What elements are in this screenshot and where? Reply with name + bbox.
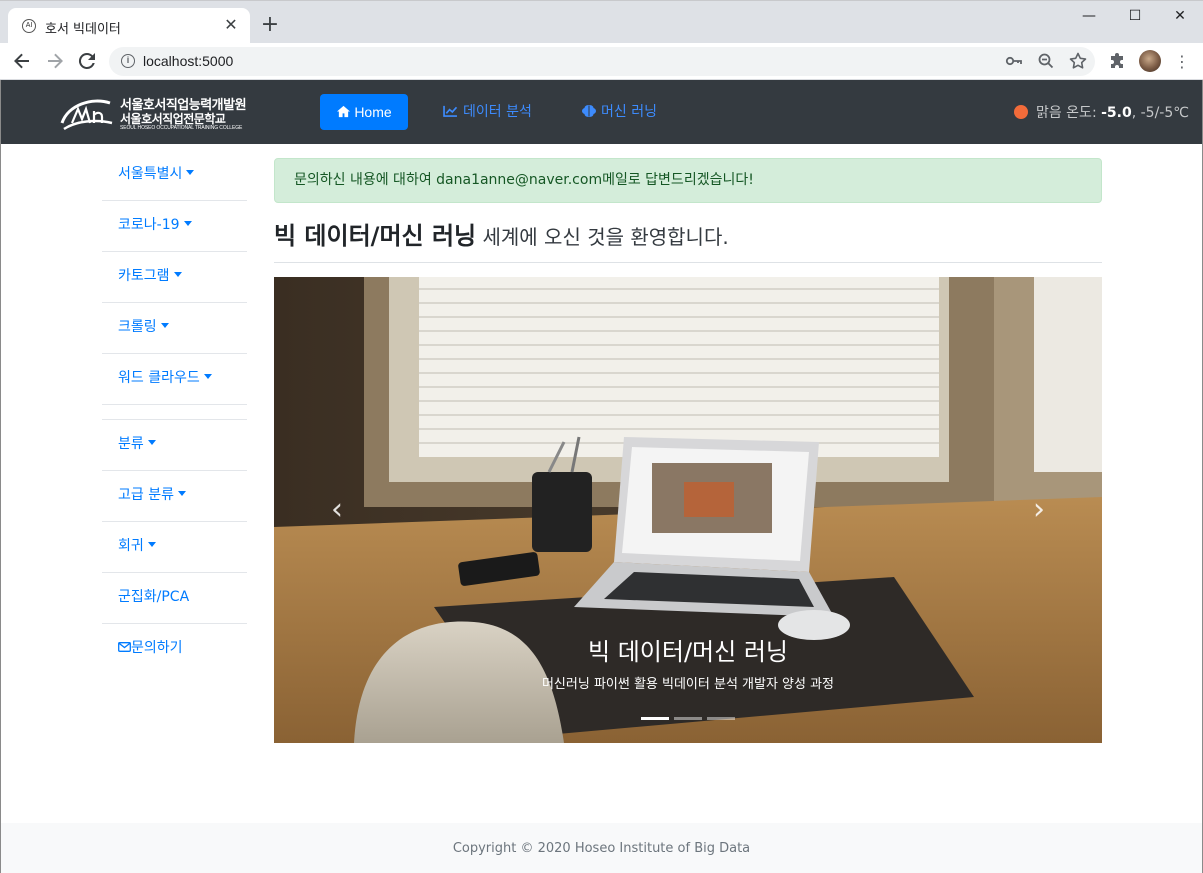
sidebar-divider bbox=[102, 405, 247, 420]
profile-avatar[interactable] bbox=[1139, 50, 1161, 72]
line-chart-icon bbox=[443, 105, 458, 117]
sidebar-item-seoul[interactable]: 서울특별시 bbox=[102, 150, 247, 201]
new-tab-icon[interactable]: + bbox=[258, 13, 282, 37]
top-navbar: 서울호서직업능력개발원 서울호서직업전문학교 SEOUL HOSEO OCCUP… bbox=[0, 80, 1203, 144]
maximize-icon[interactable]: ☐ bbox=[1112, 1, 1158, 31]
sidebar-item-word-cloud[interactable]: 워드 클라우드 bbox=[102, 354, 247, 405]
sidebar-item-label: 문의하기 bbox=[131, 640, 183, 656]
sidebar-item-corona[interactable]: 코로나-19 bbox=[102, 201, 247, 252]
home-label: Home bbox=[354, 104, 392, 120]
sidebar: 서울특별시 코로나-19 카토그램 크롤링 워드 클라우드 분류 고급 분류 회… bbox=[102, 150, 247, 675]
reload-icon[interactable] bbox=[75, 49, 99, 73]
sidebar-item-label: 워드 클라우드 bbox=[118, 370, 200, 386]
carousel-indicator-3[interactable] bbox=[707, 717, 735, 720]
sidebar-item-clustering-pca[interactable]: 군집화/PCA bbox=[102, 573, 247, 624]
carousel-next-icon[interactable]: › bbox=[1024, 495, 1054, 525]
brain-icon bbox=[582, 105, 596, 117]
weather-widget: 맑음 온도: -5.0, -5/-5℃ bbox=[1013, 102, 1189, 122]
success-alert: 문의하신 내용에 대하여 dana1anne@naver.com메일로 답변드리… bbox=[274, 158, 1102, 203]
browser-menu-icon[interactable]: ⋮ bbox=[1174, 52, 1190, 72]
caret-down-icon bbox=[147, 440, 156, 445]
caret-down-icon bbox=[160, 323, 169, 328]
carousel-indicator-2[interactable] bbox=[674, 717, 702, 720]
caret-down-icon bbox=[173, 272, 182, 277]
sidebar-item-cartogram[interactable]: 카토그램 bbox=[102, 252, 247, 303]
back-arrow-icon[interactable] bbox=[10, 49, 34, 73]
browser-toolbar: i localhost:5000 ⋮ bbox=[0, 43, 1203, 80]
brand-logo[interactable]: 서울호서직업능력개발원 서울호서직업전문학교 SEOUL HOSEO OCCUP… bbox=[58, 91, 247, 135]
carousel-prev-icon[interactable]: ‹ bbox=[322, 495, 352, 525]
key-icon[interactable] bbox=[1004, 51, 1024, 71]
site-info-icon[interactable]: i bbox=[121, 54, 135, 68]
weather-range: , -5/-5℃ bbox=[1131, 105, 1189, 121]
page-title-rest: 세계에 오신 것을 환영합니다. bbox=[476, 225, 729, 249]
sidebar-item-regression[interactable]: 회귀 bbox=[102, 522, 247, 573]
sidebar-item-label: 회귀 bbox=[118, 538, 144, 554]
caret-down-icon bbox=[203, 374, 212, 379]
forward-arrow-icon[interactable] bbox=[43, 49, 67, 73]
address-bar[interactable]: i localhost:5000 bbox=[109, 47, 1095, 76]
envelope-icon bbox=[118, 642, 131, 652]
home-icon bbox=[337, 105, 351, 118]
window-border-left bbox=[0, 80, 1, 873]
sidebar-item-label: 카토그램 bbox=[118, 268, 170, 284]
brand-name-english: SEOUL HOSEO OCCUPATIONAL TRAINING COLLEG… bbox=[120, 125, 243, 131]
close-tab-icon[interactable]: ✕ bbox=[222, 16, 240, 34]
college-logo-icon bbox=[60, 99, 113, 131]
nav-machine-learning-label: 머신 러닝 bbox=[601, 104, 657, 120]
window-close-icon[interactable]: ✕ bbox=[1157, 1, 1203, 31]
sidebar-item-label: 서울특별시 bbox=[118, 166, 183, 182]
carousel-caption-title: 빅 데이터/머신 러닝 bbox=[588, 638, 788, 666]
caret-down-icon bbox=[177, 491, 186, 496]
sidebar-item-label: 고급 분류 bbox=[118, 487, 174, 503]
sidebar-item-advanced-classification[interactable]: 고급 분류 bbox=[102, 471, 247, 522]
carousel-indicator-1[interactable] bbox=[641, 717, 669, 720]
page-title: 빅 데이터/머신 러닝 세계에 오신 것을 환영합니다. bbox=[274, 216, 729, 251]
weather-prefix: 맑음 온도: bbox=[1035, 105, 1102, 121]
browser-tab[interactable]: AI 호서 빅데이터 ✕ bbox=[8, 8, 250, 44]
copyright-text: Copyright © 2020 Hoseo Institute of Big … bbox=[452, 841, 751, 856]
title-divider bbox=[274, 262, 1102, 263]
tab-title: 호서 빅데이터 bbox=[45, 22, 121, 37]
caret-down-icon bbox=[147, 542, 156, 547]
minimize-icon[interactable]: — bbox=[1066, 1, 1112, 31]
sidebar-item-crawling[interactable]: 크롤링 bbox=[102, 303, 247, 354]
browser-tab-strip: AI 호서 빅데이터 ✕ + — ☐ ✕ bbox=[0, 0, 1203, 44]
sidebar-item-label: 군집화/PCA bbox=[118, 589, 190, 605]
sidebar-item-classification[interactable]: 분류 bbox=[102, 420, 247, 471]
home-button[interactable]: Home bbox=[320, 94, 408, 130]
caret-down-icon bbox=[183, 221, 192, 226]
footer: Copyright © 2020 Hoseo Institute of Big … bbox=[0, 823, 1203, 873]
sidebar-item-label: 분류 bbox=[118, 436, 144, 452]
carousel-indicators bbox=[641, 717, 737, 720]
weather-temp: -5.0 bbox=[1101, 105, 1132, 121]
nav-machine-learning[interactable]: 머신 러닝 bbox=[581, 94, 657, 130]
bookmark-star-icon[interactable] bbox=[1068, 51, 1088, 71]
extensions-puzzle-icon[interactable] bbox=[1107, 52, 1127, 72]
favicon-icon: AI bbox=[22, 19, 36, 33]
nav-data-analysis-label: 데이터 분석 bbox=[463, 104, 532, 120]
caret-down-icon bbox=[186, 170, 195, 175]
image-carousel[interactable]: ‹ › 빅 데이터/머신 러닝 머신러닝 파이썬 활용 빅데이터 분석 개발자 … bbox=[274, 277, 1102, 743]
sidebar-item-contact[interactable]: 문의하기 bbox=[102, 624, 247, 675]
sidebar-item-label: 크롤링 bbox=[118, 319, 157, 335]
page-title-bold: 빅 데이터/머신 러닝 bbox=[274, 222, 477, 250]
nav-data-analysis[interactable]: 데이터 분석 bbox=[443, 94, 532, 130]
weather-sun-icon bbox=[1013, 105, 1028, 119]
carousel-caption-subtitle: 머신러닝 파이썬 활용 빅데이터 분석 개발자 양성 과정 bbox=[541, 677, 835, 692]
sidebar-item-label: 코로나-19 bbox=[118, 217, 180, 233]
zoom-out-icon[interactable] bbox=[1036, 51, 1056, 71]
url-text[interactable]: localhost:5000 bbox=[143, 53, 233, 69]
